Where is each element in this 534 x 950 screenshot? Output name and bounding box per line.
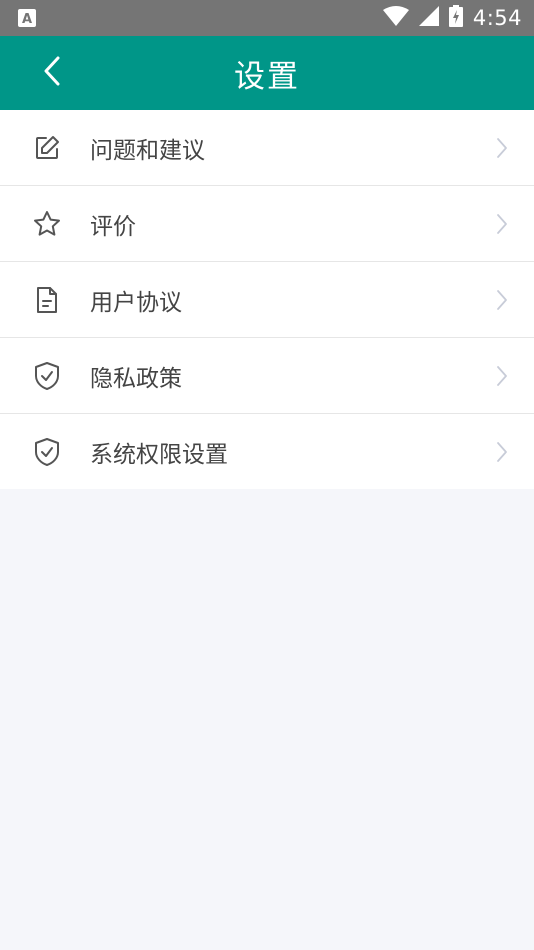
menu-item-label: 问题和建议 [90, 137, 205, 164]
chevron-right-icon [494, 212, 510, 236]
back-arrow-icon [43, 56, 61, 90]
chevron-right-icon [494, 364, 510, 388]
document-icon [32, 285, 62, 315]
edit-icon [32, 133, 62, 163]
back-button[interactable] [30, 53, 74, 93]
shield-check-icon [32, 437, 62, 467]
chevron-right-icon [494, 440, 510, 464]
status-time: 4:54 [472, 6, 522, 30]
menu-item-label: 评价 [90, 213, 136, 240]
page-title: 设置 [234, 58, 300, 95]
signal-icon [418, 6, 439, 30]
star-icon [32, 209, 62, 239]
status-bar: A 4:54 [0, 0, 534, 36]
menu-item-label: 系统权限设置 [90, 441, 228, 468]
menu-item-privacy-policy[interactable]: 隐私政策 [0, 338, 534, 414]
menu-item-label: 隐私政策 [90, 365, 182, 392]
a-icon: A [18, 9, 36, 27]
menu-item-feedback[interactable]: 问题和建议 [0, 110, 534, 186]
shield-check-icon [32, 361, 62, 391]
settings-menu: 问题和建议 评价 用户协议 隐私政策 系统权限设置 [0, 110, 534, 489]
battery-charging-icon [448, 5, 463, 31]
chevron-right-icon [494, 288, 510, 312]
menu-item-user-agreement[interactable]: 用户协议 [0, 262, 534, 338]
app-bar: 设置 [0, 36, 534, 110]
menu-item-rating[interactable]: 评价 [0, 186, 534, 262]
menu-item-label: 用户协议 [90, 289, 182, 316]
menu-item-system-permissions[interactable]: 系统权限设置 [0, 414, 534, 489]
chevron-right-icon [494, 136, 510, 160]
svg-text:A: A [22, 12, 32, 27]
wifi-icon [382, 6, 409, 30]
